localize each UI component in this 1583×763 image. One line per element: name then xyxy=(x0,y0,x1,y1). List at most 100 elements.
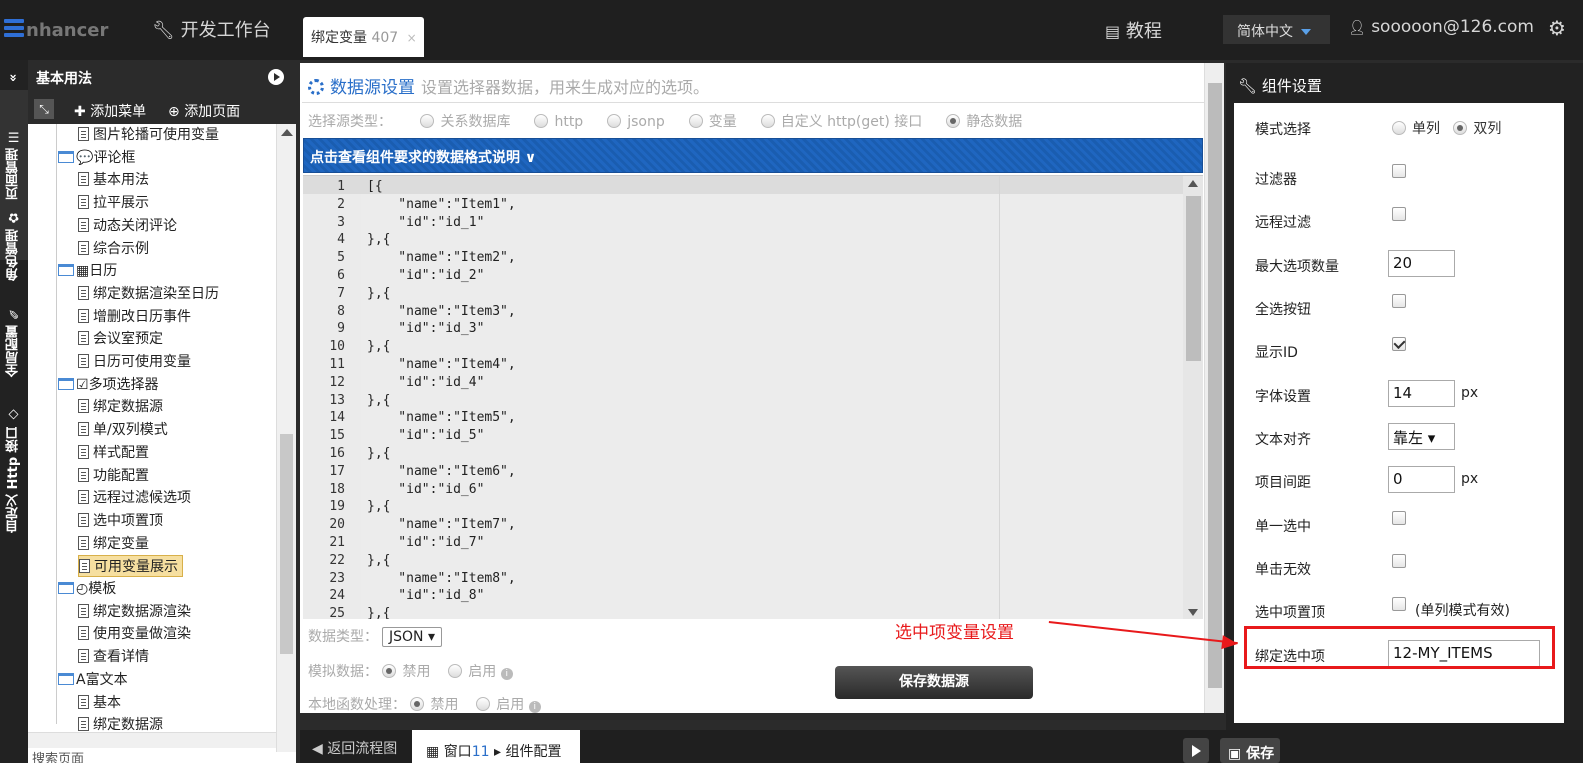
main-scrollbar[interactable] xyxy=(1204,63,1224,713)
scroll-thumb[interactable] xyxy=(280,434,293,654)
tree-folder[interactable]: 💬评论框 xyxy=(58,147,135,169)
source-type-radio[interactable] xyxy=(688,114,703,128)
info-icon[interactable]: i xyxy=(500,668,513,680)
source-type-option[interactable]: 变量 xyxy=(688,114,737,130)
main-scroll-thumb[interactable] xyxy=(1208,83,1222,688)
back-to-flow-button[interactable]: ◀ 返回流程图 xyxy=(312,738,397,758)
tree-item[interactable]: 绑定变量 xyxy=(78,533,149,555)
scroll-up-icon[interactable] xyxy=(1188,180,1198,187)
source-type-radio[interactable] xyxy=(534,114,549,128)
tree-item[interactable]: 会议室预定 xyxy=(78,328,163,350)
tab-bind-variable[interactable]: 绑定变量 407 × xyxy=(303,17,424,57)
mock-enable-radio[interactable] xyxy=(448,664,463,678)
tree-item[interactable]: 绑定数据源渲染 xyxy=(78,601,191,623)
setting-input[interactable]: 20 xyxy=(1388,250,1455,277)
source-type-radio[interactable] xyxy=(607,114,622,128)
source-type-option[interactable]: 静态数据 xyxy=(946,114,1022,130)
tree-item[interactable]: 日历可使用变量 xyxy=(78,351,191,373)
setting-checkbox[interactable] xyxy=(1392,294,1406,308)
tree-folder[interactable]: ☑多项选择器 xyxy=(58,374,159,396)
source-type-option[interactable]: jsonp xyxy=(607,114,665,130)
tab-custom-http[interactable]: 自定义 Http 接口 ◇ xyxy=(0,400,28,540)
tutorial-link[interactable]: ▤ 教程 xyxy=(1105,17,1162,43)
tree-item[interactable]: 基本用法 xyxy=(78,169,149,191)
format-help-bar[interactable]: 点击查看组件要求的数据格式说明 ∨ xyxy=(303,138,1203,173)
language-select[interactable]: 简体中文 xyxy=(1223,15,1330,44)
tree-item-label: 功能配置 xyxy=(93,467,149,484)
tree-item[interactable]: 选中项置顶 xyxy=(78,510,163,532)
file-icon xyxy=(79,559,90,574)
tree-item[interactable]: 查看详情 xyxy=(78,646,149,668)
tree-item[interactable]: 可用变量展示 xyxy=(78,555,183,578)
setting-input[interactable]: 0 xyxy=(1388,466,1455,493)
add-menu-button[interactable]: ✚ 添加菜单 xyxy=(74,101,146,121)
tree-item[interactable]: 功能配置 xyxy=(78,465,149,487)
tree-item[interactable]: 远程过滤候选项 xyxy=(78,487,191,509)
run-button[interactable] xyxy=(1183,738,1209,763)
scroll-up-icon[interactable] xyxy=(281,129,293,136)
workbench-nav[interactable]: 🔧︎ 开发工作台 xyxy=(152,16,271,42)
tree-item[interactable]: 拉平展示 xyxy=(78,192,149,214)
code-area[interactable] xyxy=(361,176,1183,619)
setting-checkbox[interactable] xyxy=(1392,554,1406,568)
tree-folder[interactable]: ▦日历 xyxy=(58,260,117,282)
localfn-enable-radio[interactable] xyxy=(476,697,491,711)
tree-item[interactable]: 增删改日历事件 xyxy=(78,306,191,328)
source-type-option[interactable]: http xyxy=(534,114,583,130)
mode-radio-group: 单列 双列 xyxy=(1392,118,1501,138)
source-type-radio[interactable] xyxy=(946,114,961,128)
tab-role-management[interactable]: 角色管理 ✿ xyxy=(0,200,28,290)
setting-input[interactable]: 14 xyxy=(1388,380,1455,407)
tree-item[interactable]: 图片轮播可使用变量 xyxy=(78,124,219,146)
user-menu[interactable]: 👤︎ sooooon@126.com xyxy=(1348,17,1534,37)
tab-close-icon[interactable]: × xyxy=(407,31,417,45)
window-number: 11 xyxy=(471,744,490,760)
shrink-icon[interactable]: ⤡ xyxy=(34,99,54,119)
code-editor[interactable]: 1 [{2 "name":"Item1", 3 "id":"id_1" 4},{5 "… xyxy=(303,175,1203,619)
tree-item[interactable]: 动态关闭评论 xyxy=(78,215,177,237)
setting-checkbox[interactable] xyxy=(1392,207,1406,221)
collapse-icon[interactable]: « xyxy=(0,72,28,84)
tab-global-config[interactable]: 全局配置 ✎ xyxy=(0,296,28,386)
mode-single-radio[interactable] xyxy=(1392,121,1406,135)
file-icon xyxy=(78,240,89,255)
editor-scrollbar[interactable] xyxy=(1183,176,1203,619)
setting-select[interactable]: 靠左 ▾ xyxy=(1388,423,1455,450)
tree-item[interactable]: 单/双列模式 xyxy=(78,419,168,441)
tree-item-label: 基本 xyxy=(93,694,121,711)
mode-double-radio[interactable] xyxy=(1453,121,1468,135)
info-icon[interactable]: i xyxy=(528,701,541,713)
setting-checkbox[interactable] xyxy=(1392,597,1406,611)
window-tab[interactable]: ▦ 窗口11 ▸ 组件配置 xyxy=(412,730,580,763)
add-page-button[interactable]: ⊕ 添加页面 xyxy=(168,101,240,121)
scroll-down-icon[interactable] xyxy=(1188,609,1198,616)
source-type-radio[interactable] xyxy=(760,114,775,128)
tree-item[interactable]: 绑定数据源 xyxy=(78,396,163,418)
page-search-input[interactable]: 搜索页面 xyxy=(28,748,296,763)
tree-folder[interactable]: A富文本 xyxy=(58,669,128,691)
mock-disable-radio[interactable] xyxy=(382,664,397,678)
tree-item[interactable]: 基本 xyxy=(78,692,121,714)
data-type-select[interactable]: JSON ▾ xyxy=(382,627,442,647)
setting-checkbox[interactable] xyxy=(1392,164,1406,178)
setting-checkbox[interactable] xyxy=(1392,511,1406,525)
save-button[interactable]: ▣ 保存 xyxy=(1220,738,1280,763)
settings-gear-icon xyxy=(308,79,324,95)
tree-folder[interactable]: ◴模板 xyxy=(58,578,116,600)
tree-item[interactable]: 样式配置 xyxy=(78,442,149,464)
app-logo[interactable]: nhancer xyxy=(4,14,114,46)
gear-icon[interactable]: ⚙ xyxy=(1548,16,1566,40)
tree-item[interactable]: 综合示例 xyxy=(78,238,149,260)
tree-item[interactable]: 绑定数据渲染至日历 xyxy=(78,283,219,305)
tree-scrollbar[interactable] xyxy=(276,124,296,752)
source-type-radio[interactable] xyxy=(420,114,435,128)
localfn-disable-radio[interactable] xyxy=(410,697,425,711)
tree-hscrollbar[interactable] xyxy=(28,732,276,748)
editor-scroll-thumb[interactable] xyxy=(1186,196,1201,361)
play-icon[interactable] xyxy=(268,69,284,85)
source-type-option[interactable]: 关系数据库 xyxy=(420,114,510,130)
setting-checkbox[interactable] xyxy=(1392,337,1406,351)
save-datasource-button[interactable]: 保存数据源 xyxy=(835,666,1033,699)
tree-item[interactable]: 使用变量做渲染 xyxy=(78,623,191,645)
source-type-option[interactable]: 自定义 http(get) 接口 xyxy=(760,114,922,130)
